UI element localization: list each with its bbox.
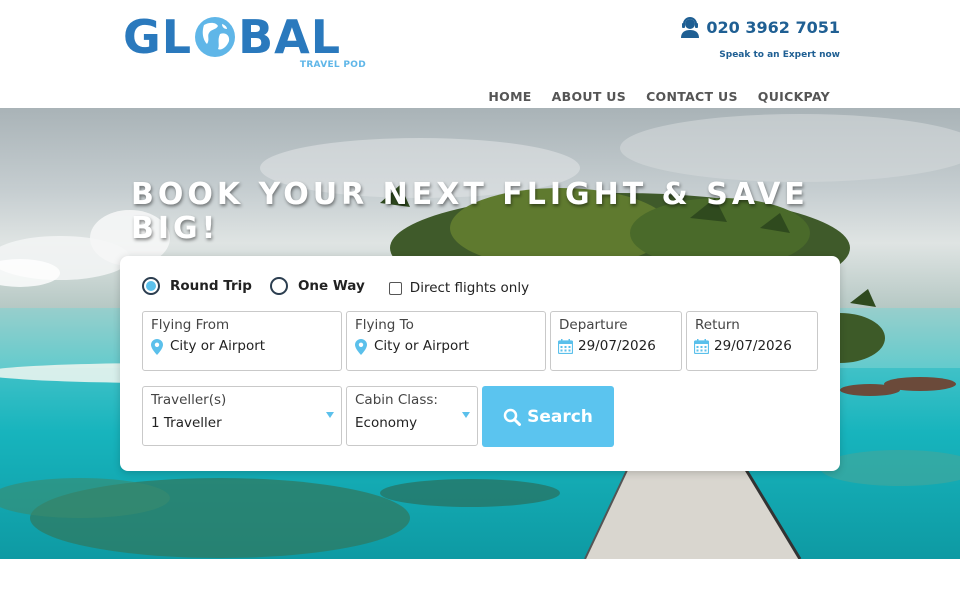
trip-options: Round Trip One Way Direct flights only — [142, 276, 529, 296]
calendar-icon — [558, 339, 573, 354]
flying-to-label: Flying To — [355, 317, 414, 333]
logo-tagline: TRAVEL POD — [299, 60, 366, 70]
nav-about-us[interactable]: ABOUT US — [552, 89, 626, 104]
round-trip-label[interactable]: Round Trip — [170, 278, 252, 294]
page-bottom-area — [0, 559, 960, 600]
logo-wordmark: GL BAL — [123, 12, 341, 62]
one-way-radio-button[interactable] — [269, 277, 288, 295]
nav-contact-us[interactable]: CONTACT US — [646, 89, 738, 104]
flying-from-field[interactable]: Flying From City or Airport — [142, 311, 342, 371]
map-pin-icon — [355, 339, 367, 355]
globe-icon — [195, 17, 236, 57]
nav-home[interactable]: HOME — [488, 89, 531, 104]
phone-number[interactable]: 020 3962 7051 — [706, 18, 840, 37]
return-field[interactable]: Return 29/07/2026 — [686, 311, 818, 371]
search-icon — [503, 408, 522, 426]
flight-search-form: Round Trip One Way Direct flights only F… — [120, 256, 840, 471]
travellers-label: Traveller(s) — [151, 392, 227, 408]
main-nav: HOME ABOUT US CONTACT US QUICKPAY — [488, 89, 830, 104]
contact-phone[interactable]: 020 3962 7051 — [680, 16, 840, 38]
direct-flights-checkbox-box[interactable] — [388, 281, 402, 295]
search-button-label: Search — [527, 406, 593, 427]
departure-label: Departure — [559, 317, 628, 333]
logo-text-left: GL — [123, 10, 193, 64]
search-button[interactable]: Search — [482, 386, 614, 447]
phone-subtitle: Speak to an Expert now — [719, 50, 840, 60]
one-way-label[interactable]: One Way — [298, 278, 365, 294]
direct-flights-checkbox[interactable]: Direct flights only — [388, 280, 529, 296]
chevron-down-icon[interactable] — [326, 412, 334, 418]
departure-input[interactable]: 29/07/2026 — [578, 338, 656, 354]
flying-to-field[interactable]: Flying To City or Airport — [346, 311, 546, 371]
headset-agent-icon — [681, 17, 700, 38]
flying-from-label: Flying From — [151, 317, 230, 333]
direct-flights-label[interactable]: Direct flights only — [410, 280, 529, 296]
nav-quickpay[interactable]: QUICKPAY — [758, 89, 830, 104]
cabin-class-select[interactable]: Cabin Class: Economy — [346, 386, 478, 446]
one-way-radio[interactable]: One Way — [269, 277, 365, 295]
chevron-down-icon[interactable] — [462, 412, 470, 418]
site-header: GL BAL TRAVEL POD 020 3962 7051 Speak to… — [0, 0, 960, 108]
brand-logo[interactable]: GL BAL TRAVEL POD — [123, 12, 368, 74]
map-pin-icon — [151, 339, 163, 355]
round-trip-radio[interactable]: Round Trip — [142, 277, 252, 295]
cabin-class-label: Cabin Class: — [355, 392, 438, 408]
return-label: Return — [695, 317, 740, 333]
logo-text-right: BAL — [238, 10, 342, 64]
calendar-icon — [694, 339, 709, 354]
travellers-select[interactable]: Traveller(s) 1 Traveller — [142, 386, 342, 446]
cabin-class-value[interactable]: Economy — [355, 415, 417, 431]
return-input[interactable]: 29/07/2026 — [714, 338, 792, 354]
flying-to-input[interactable]: City or Airport — [374, 338, 469, 354]
flying-from-input[interactable]: City or Airport — [170, 338, 265, 354]
departure-field[interactable]: Departure 29/07/2026 — [550, 311, 682, 371]
hero-title: BOOK YOUR NEXT FLIGHT & SAVE BIG! — [131, 177, 809, 246]
round-trip-radio-button[interactable] — [142, 277, 160, 295]
travellers-value[interactable]: 1 Traveller — [151, 415, 222, 431]
